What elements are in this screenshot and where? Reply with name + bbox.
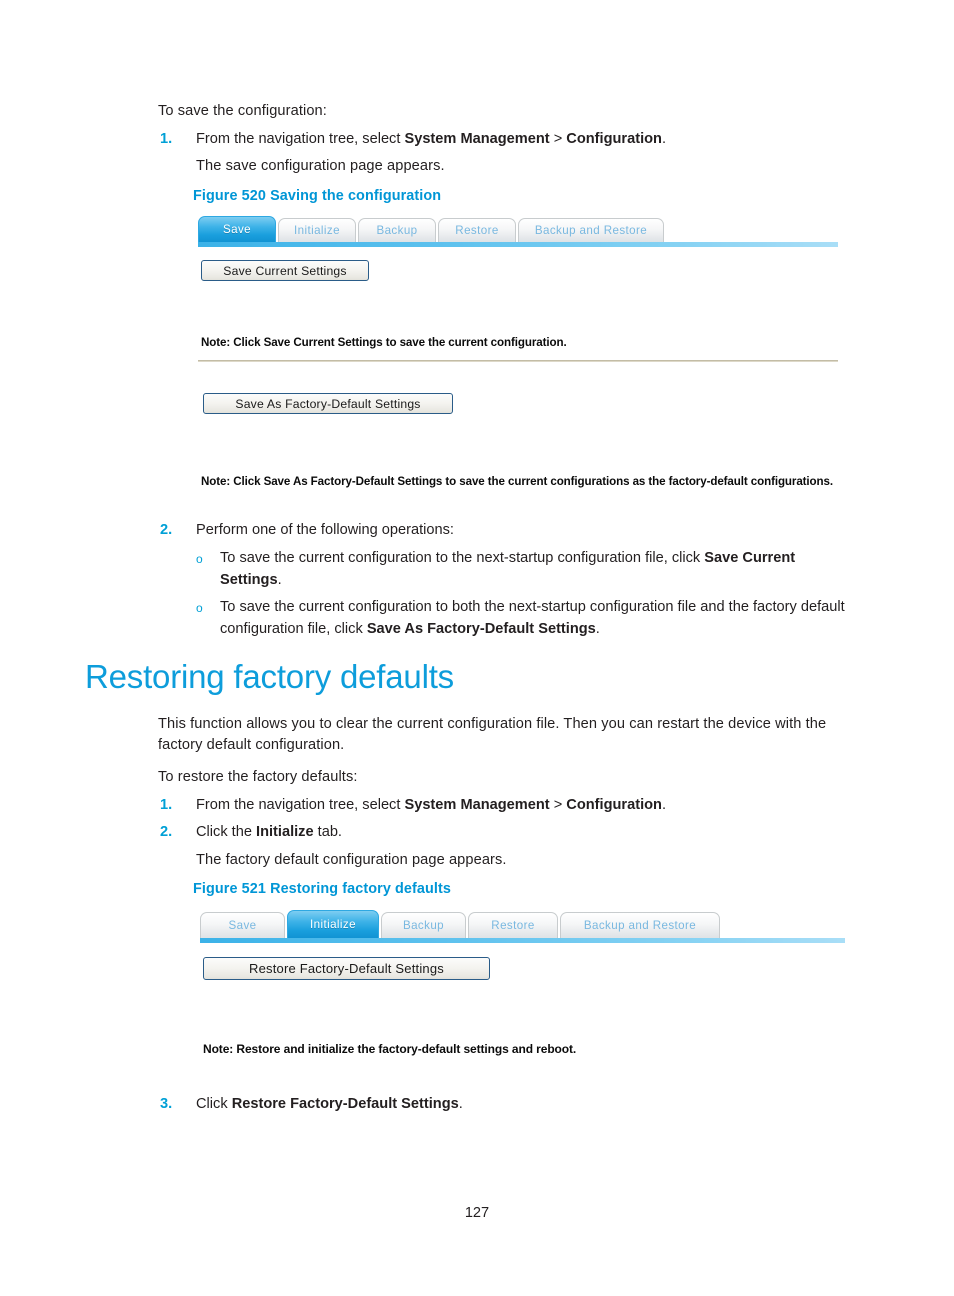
figure-521-tabs: Save Initialize Backup Restore Backup an… bbox=[200, 910, 722, 938]
save-current-settings-button[interactable]: Save Current Settings bbox=[201, 260, 369, 281]
restore-step-1: 1. From the navigation tree, select Syst… bbox=[160, 795, 860, 816]
save-step-1-result: The save configuration page appears. bbox=[196, 158, 445, 174]
save-bullet-2-suffix: . bbox=[595, 620, 600, 637]
save-step-2-text: Perform one of the following operations: bbox=[196, 522, 454, 538]
save-step-2: 2. Perform one of the following operatio… bbox=[160, 520, 860, 541]
restore-step-3-bold: Restore Factory-Default Settings bbox=[231, 1096, 459, 1112]
figure-521-note: Note: Restore and initialize the factory… bbox=[203, 1042, 577, 1056]
restore-factory-default-settings-button[interactable]: Restore Factory-Default Settings bbox=[203, 957, 490, 980]
figure-520-tab-backup-and-restore-label: Backup and Restore bbox=[534, 224, 648, 237]
figure-520-tabs: Save Initialize Backup Restore Backup an… bbox=[198, 216, 666, 242]
save-bullet-1-suffix: . bbox=[277, 571, 282, 588]
restore-step-2: 2. Click the Initialize tab. bbox=[160, 822, 860, 843]
figure-521-screenshot: Save Initialize Backup Restore Backup an… bbox=[200, 910, 860, 1070]
save-bullet-2-marker: o bbox=[196, 601, 203, 615]
figure-520-tab-initialize[interactable]: Initialize bbox=[278, 218, 356, 242]
figure-520-caption: Figure 520 Saving the configuration bbox=[193, 188, 442, 204]
restore-step-2-text: Click the Initialize tab. bbox=[196, 822, 342, 843]
figure-521-tab-backup-and-restore-label: Backup and Restore bbox=[583, 919, 697, 932]
save-step-1-separator: > bbox=[549, 131, 567, 147]
restore-step-3-prefix: Click bbox=[196, 1096, 232, 1112]
figure-521-tab-backup[interactable]: Backup bbox=[381, 912, 466, 938]
save-step-1-suffix: . bbox=[661, 131, 667, 147]
save-bullet-2-text: To save the current configuration to bot… bbox=[220, 597, 856, 640]
save-step-1-bold-configuration: Configuration bbox=[566, 131, 662, 147]
figure-521-tab-initialize-label: Initialize bbox=[310, 918, 356, 931]
restore-step-2-suffix: tab. bbox=[313, 824, 342, 840]
figure-521-tab-save-label: Save bbox=[228, 919, 257, 932]
figure-520-tab-backup[interactable]: Backup bbox=[358, 218, 436, 242]
save-step-1-prefix: From the navigation tree, select bbox=[196, 131, 405, 147]
save-as-factory-default-settings-button[interactable]: Save As Factory-Default Settings bbox=[203, 393, 453, 414]
save-step-2-number: 2. bbox=[160, 522, 173, 538]
figure-520-tab-save[interactable]: Save bbox=[198, 216, 276, 242]
save-bullet-1-text: To save the current configuration to the… bbox=[220, 548, 856, 591]
figure-520-note-1: Note: Click Save Current Settings to sav… bbox=[201, 336, 567, 349]
save-step-1-number: 1. bbox=[160, 131, 173, 147]
figure-521-tab-restore-label: Restore bbox=[491, 919, 535, 932]
save-intro-text: To save the configuration: bbox=[158, 103, 327, 119]
figure-520-tab-save-label: Save bbox=[222, 223, 252, 236]
figure-521-tab-backup-label: Backup bbox=[402, 919, 445, 932]
restore-step-1-number: 1. bbox=[160, 797, 173, 813]
restore-step-2-result: The factory default configuration page a… bbox=[196, 852, 507, 868]
restore-step-1-suffix: . bbox=[661, 797, 667, 813]
restore-step-2-number: 2. bbox=[160, 824, 173, 840]
figure-521-caption: Figure 521 Restoring factory defaults bbox=[193, 881, 451, 897]
figure-520-tab-restore-label: Restore bbox=[455, 224, 499, 237]
save-step-1: 1. From the navigation tree, select Syst… bbox=[160, 129, 860, 150]
save-bullet-2-bold: Save As Factory-Default Settings bbox=[366, 620, 596, 637]
restore-step-3-number: 3. bbox=[160, 1096, 173, 1112]
figure-521-tab-restore[interactable]: Restore bbox=[468, 912, 558, 938]
restore-step-2-bold-initialize: Initialize bbox=[256, 824, 314, 840]
figure-521-tab-save[interactable]: Save bbox=[200, 912, 285, 938]
figure-520-tab-restore[interactable]: Restore bbox=[438, 218, 516, 242]
figure-521-tab-underline bbox=[200, 938, 845, 943]
figure-521-tab-backup-and-restore[interactable]: Backup and Restore bbox=[560, 912, 720, 938]
document-page: To save the configuration: 1. From the n… bbox=[0, 0, 954, 1296]
restore-step-1-text: From the navigation tree, select System … bbox=[196, 795, 666, 816]
restore-step-1-prefix: From the navigation tree, select bbox=[196, 797, 405, 813]
restore-intro-text: To restore the factory defaults: bbox=[158, 769, 358, 785]
restore-step-3-text: Click Restore Factory-Default Settings. bbox=[196, 1094, 463, 1115]
restore-step-1-separator: > bbox=[549, 797, 567, 813]
restore-step-3-suffix: . bbox=[458, 1096, 463, 1112]
restore-paragraph: This function allows you to clear the cu… bbox=[158, 716, 827, 753]
page-title-restoring-factory-defaults: Restoring factory defaults bbox=[85, 658, 454, 695]
save-step-1-text: From the navigation tree, select System … bbox=[196, 129, 666, 150]
page-number: 127 bbox=[464, 1205, 490, 1221]
restore-step-2-prefix: Click the bbox=[196, 824, 257, 840]
figure-520-tabbar: Save Initialize Backup Restore Backup an… bbox=[198, 216, 858, 496]
figure-520-screenshot: Save Initialize Backup Restore Backup an… bbox=[198, 216, 858, 496]
restore-step-3: 3. Click Restore Factory-Default Setting… bbox=[160, 1094, 860, 1115]
restore-step-1-bold-configuration: Configuration bbox=[566, 797, 662, 813]
figure-520-tab-backup-and-restore[interactable]: Backup and Restore bbox=[518, 218, 664, 242]
figure-521-tab-initialize[interactable]: Initialize bbox=[287, 910, 379, 938]
figure-520-note-2: Note: Click Save As Factory-Default Sett… bbox=[201, 475, 833, 488]
figure-520-tab-backup-label: Backup bbox=[376, 224, 418, 237]
figure-520-divider bbox=[198, 360, 838, 362]
save-bullet-1-marker: o bbox=[196, 552, 203, 566]
figure-520-tab-underline bbox=[198, 242, 838, 247]
save-bullet-1: o To save the current configuration to t… bbox=[196, 548, 856, 591]
save-bullet-2: o To save the current configuration to b… bbox=[196, 597, 856, 640]
restore-step-1-bold-system-management: System Management bbox=[404, 797, 550, 813]
save-step-1-bold-system-management: System Management bbox=[404, 131, 550, 147]
figure-520-tab-initialize-label: Initialize bbox=[294, 224, 340, 237]
save-bullet-1-prefix: To save the current configuration to the… bbox=[220, 550, 705, 566]
